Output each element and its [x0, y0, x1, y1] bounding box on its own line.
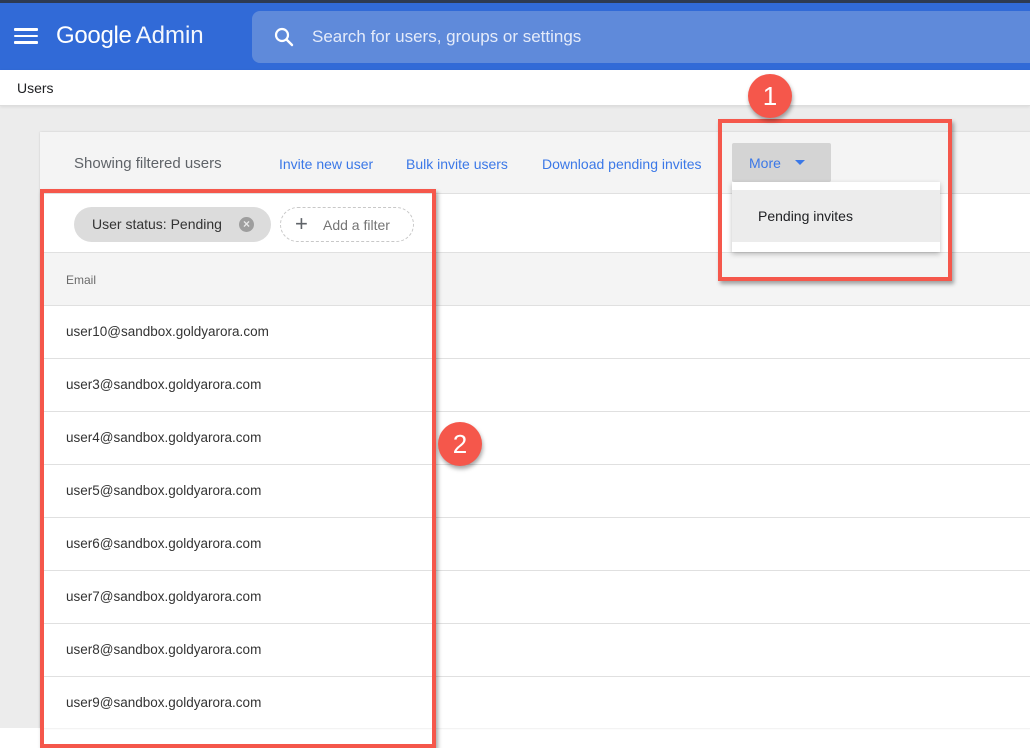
breadcrumb-bar: Users [0, 70, 1030, 106]
table-row[interactable]: user3@sandbox.goldyarora.com [40, 359, 1030, 412]
table-row[interactable]: user5@sandbox.goldyarora.com [40, 465, 1030, 518]
add-filter-label: Add a filter [323, 217, 390, 233]
plus-icon: + [295, 211, 308, 236]
hamburger-menu-icon[interactable] [14, 25, 38, 47]
more-button-label: More [749, 155, 781, 171]
column-header-email[interactable]: Email [66, 273, 96, 287]
search-bar[interactable] [252, 11, 1030, 63]
download-pending-invites-link[interactable]: Download pending invites [542, 156, 702, 172]
row-email: user6@sandbox.goldyarora.com [66, 536, 262, 551]
breadcrumb[interactable]: Users [17, 80, 54, 96]
google-admin-logo[interactable]: Google Admin [56, 22, 204, 50]
close-circle-icon[interactable]: × [239, 217, 254, 232]
caret-down-icon [795, 160, 805, 165]
filter-chip-user-status[interactable]: User status: Pending × [74, 207, 271, 242]
add-filter-button[interactable]: + Add a filter [280, 207, 414, 242]
row-email: user10@sandbox.goldyarora.com [66, 324, 269, 339]
menu-item-pending-invites[interactable]: Pending invites [732, 190, 940, 242]
annotation-badge-2: 2 [438, 422, 482, 466]
invite-new-user-link[interactable]: Invite new user [279, 156, 373, 172]
annotation-badge-1: 1 [748, 74, 792, 118]
brand-product: Admin [135, 22, 204, 49]
table-row[interactable]: user9@sandbox.goldyarora.com [40, 677, 1030, 730]
menu-item-label: Pending invites [758, 208, 853, 224]
search-input[interactable] [312, 25, 1012, 49]
more-dropdown-menu: Pending invites [732, 182, 940, 252]
filter-chip-label: User status: Pending [92, 216, 222, 232]
table-row[interactable]: user4@sandbox.goldyarora.com [40, 412, 1030, 465]
row-email: user3@sandbox.goldyarora.com [66, 377, 262, 392]
row-email: user4@sandbox.goldyarora.com [66, 430, 262, 445]
bulk-invite-users-link[interactable]: Bulk invite users [406, 156, 508, 172]
row-email: user8@sandbox.goldyarora.com [66, 642, 262, 657]
table-header: Email [40, 253, 1030, 306]
brand-google: Google [56, 22, 132, 49]
table-row[interactable]: user8@sandbox.goldyarora.com [40, 624, 1030, 677]
row-email: user5@sandbox.goldyarora.com [66, 483, 262, 498]
top-app-bar: Google Admin [0, 0, 1030, 70]
table-row[interactable]: user6@sandbox.goldyarora.com [40, 518, 1030, 571]
more-button[interactable]: More [732, 143, 831, 182]
search-icon[interactable] [274, 27, 294, 47]
row-email: user7@sandbox.goldyarora.com [66, 589, 262, 604]
page-bottom [0, 728, 1030, 748]
users-table-body: user10@sandbox.goldyarora.com user3@sand… [40, 306, 1030, 730]
table-row[interactable]: user10@sandbox.goldyarora.com [40, 306, 1030, 359]
table-row[interactable]: user7@sandbox.goldyarora.com [40, 571, 1030, 624]
row-email: user9@sandbox.goldyarora.com [66, 695, 262, 710]
toolbar-title: Showing filtered users [74, 155, 222, 172]
